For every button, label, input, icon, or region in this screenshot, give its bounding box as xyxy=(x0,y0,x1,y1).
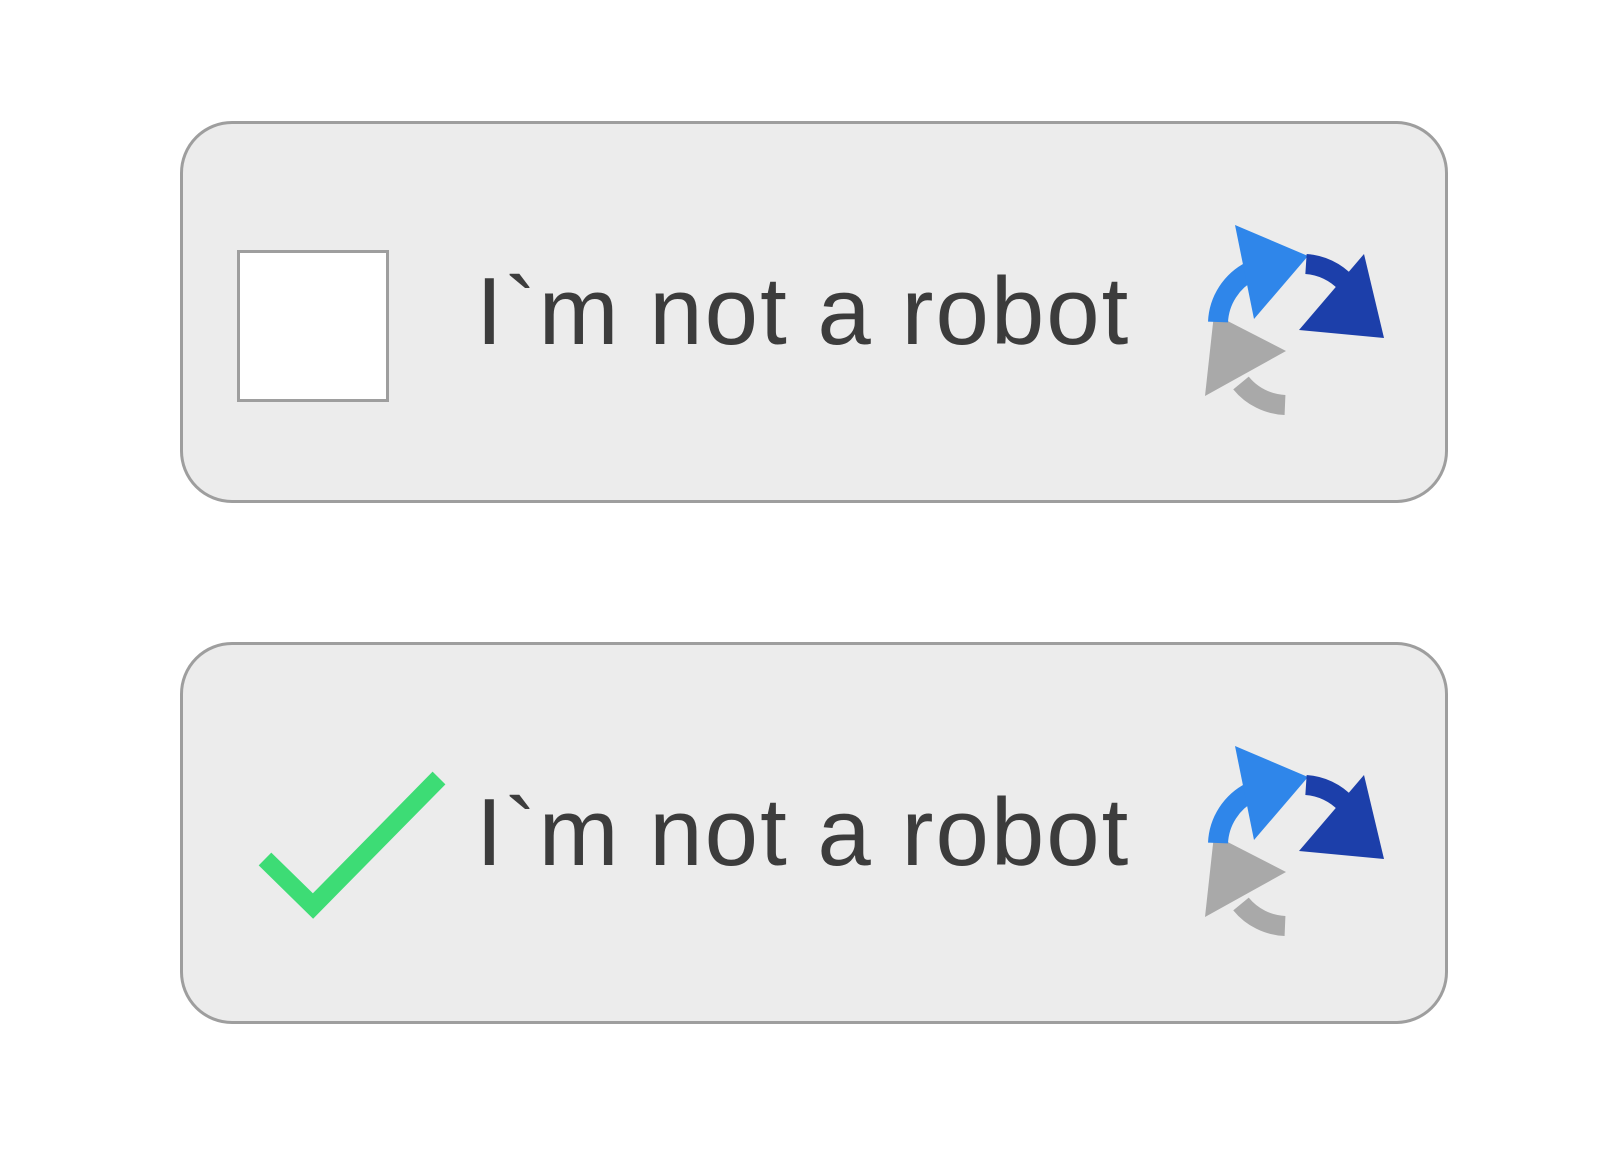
checkmark-icon[interactable] xyxy=(257,768,457,928)
captcha-widget-unchecked: I`m not a robot xyxy=(180,121,1448,503)
captcha-widget-checked: I`m not a robot xyxy=(180,642,1448,1024)
captcha-label: I`m not a robot xyxy=(476,779,1131,886)
captcha-checkbox[interactable] xyxy=(237,250,389,402)
recaptcha-logo-icon xyxy=(1205,225,1384,415)
captcha-label: I`m not a robot xyxy=(476,258,1131,365)
recaptcha-logo-icon xyxy=(1205,746,1384,936)
